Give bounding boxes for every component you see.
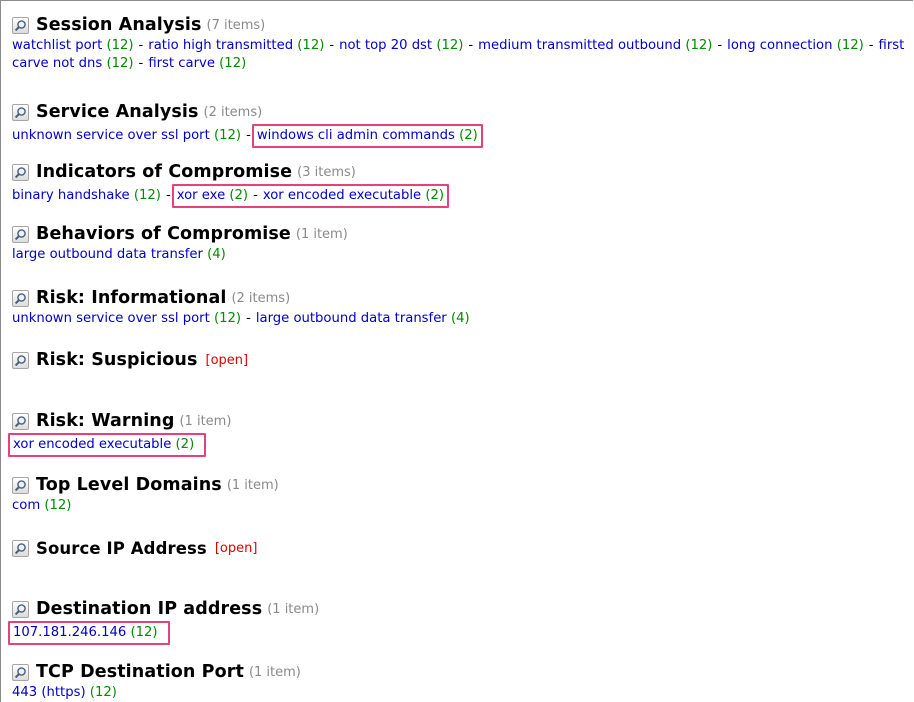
section-title: Risk: Warning: [36, 411, 175, 431]
section-title: Session Analysis: [36, 15, 202, 35]
section-title: Top Level Domains: [36, 475, 222, 495]
section-tcp-destination-port: TCP Destination Port (1 item) 443 (https…: [12, 661, 913, 702]
highlight-box: 107.181.246.146 (12): [8, 621, 170, 645]
item-list: xor encoded executable (2): [8, 433, 913, 457]
separator: -: [165, 188, 171, 203]
separator: -: [717, 38, 723, 53]
item-list: watchlist port (12) - ratio high transmitt…: [12, 37, 912, 73]
item-link[interactable]: large outbound data transfer (4): [256, 311, 470, 326]
separator: -: [138, 38, 144, 53]
search-icon[interactable]: [12, 289, 29, 307]
item-list: com (12): [12, 497, 913, 515]
item-link[interactable]: unknown service over ssl port (12): [12, 311, 241, 326]
separator: -: [138, 56, 144, 71]
item-link[interactable]: medium transmitted outbound (12): [478, 38, 712, 53]
search-icon[interactable]: [12, 476, 29, 494]
item-list: unknown service over ssl port (12) - large…: [12, 310, 913, 328]
section-risk-informational: Risk: Informational (2 items) unknown se…: [12, 287, 913, 328]
section-behaviors-of-compromise: Behaviors of Compromise (1 item) large o…: [12, 223, 913, 264]
item-link[interactable]: xor exe (2): [177, 188, 248, 203]
section-title: Behaviors of Compromise: [36, 224, 291, 244]
item-link[interactable]: com (12): [12, 498, 71, 513]
separator: -: [246, 311, 251, 326]
section-top-level-domains: Top Level Domains (1 item) com (12): [12, 474, 913, 515]
highlight-box: windows cli admin commands (2): [251, 124, 483, 148]
item-list: binary handshake (12) - xor exe (2) - xor en…: [12, 184, 913, 208]
item-link[interactable]: unknown service over ssl port (12): [12, 128, 241, 143]
report-panel: Session Analysis (7 items) watchlist por…: [0, 0, 913, 702]
section-title: Indicators of Compromise: [36, 162, 293, 182]
search-icon[interactable]: [12, 412, 29, 430]
item-count: (1 item): [295, 226, 348, 242]
search-icon[interactable]: [12, 663, 29, 681]
item-count: (1 item): [179, 413, 232, 429]
section-title: Risk: Informational: [36, 288, 227, 308]
section-title: Risk: Suspicious: [36, 350, 198, 370]
item-count: (7 items): [206, 17, 266, 33]
item-count: (2 items): [203, 104, 263, 120]
item-count: (3 items): [297, 164, 356, 180]
item-list: 443 (https) (12): [12, 684, 913, 702]
section-risk-suspicious: Risk: Suspicious [open]: [12, 349, 913, 371]
separator: -: [468, 38, 474, 53]
highlight-box: xor encoded executable (2): [8, 433, 207, 457]
item-link[interactable]: xor encoded executable (2): [13, 437, 194, 452]
search-icon[interactable]: [12, 163, 29, 181]
section-title: Source IP Address: [36, 538, 207, 558]
item-link[interactable]: watchlist port (12): [12, 38, 134, 53]
item-count: (1 item): [248, 664, 301, 680]
item-list: unknown service over ssl port (12) - windo…: [12, 124, 913, 148]
item-list: 107.181.246.146 (12): [8, 621, 913, 645]
section-title: Service Analysis: [36, 102, 199, 122]
search-icon[interactable]: [12, 351, 29, 369]
search-icon[interactable]: [12, 16, 29, 34]
section-risk-warning: Risk: Warning (1 item) xor encoded execu…: [8, 410, 913, 457]
separator: -: [868, 38, 874, 53]
search-icon[interactable]: [12, 225, 29, 243]
section-session-analysis: Session Analysis (7 items) watchlist por…: [12, 14, 913, 73]
item-link[interactable]: large outbound data transfer (4): [12, 247, 226, 262]
item-list: large outbound data transfer (4): [12, 246, 913, 264]
highlight-box: xor exe (2) - xor encoded executable (2): [171, 184, 450, 208]
item-link[interactable]: xor encoded executable (2): [263, 188, 444, 203]
open-link[interactable]: [open]: [215, 541, 258, 556]
separator: -: [253, 188, 258, 203]
section-service-analysis: Service Analysis (2 items) unknown servi…: [12, 101, 913, 148]
item-link[interactable]: ratio high transmitted (12): [148, 38, 324, 53]
item-link[interactable]: 107.181.246.146 (12): [13, 625, 158, 640]
section-indicators-of-compromise: Indicators of Compromise (3 items) binar…: [12, 161, 913, 208]
section-title: Destination IP address: [36, 599, 263, 619]
item-count: (1 item): [226, 477, 279, 493]
search-icon[interactable]: [12, 600, 29, 618]
item-link[interactable]: not top 20 dst (12): [339, 38, 463, 53]
open-link[interactable]: [open]: [206, 353, 249, 368]
search-icon[interactable]: [12, 103, 29, 121]
item-link[interactable]: windows cli admin commands (2): [257, 128, 478, 143]
item-link[interactable]: 443 (https) (12): [12, 685, 117, 700]
item-link[interactable]: first carve (12): [148, 56, 246, 71]
section-destination-ip-address: Destination IP address (1 item) 107.181.…: [8, 598, 913, 645]
item-count: (2 items): [231, 290, 291, 306]
item-link[interactable]: long connection (12): [727, 38, 864, 53]
separator: -: [246, 128, 251, 143]
section-source-ip-address: Source IP Address [open]: [12, 537, 913, 559]
item-link[interactable]: binary handshake (12): [12, 188, 161, 203]
section-title: TCP Destination Port: [36, 662, 244, 682]
separator: -: [329, 38, 335, 53]
item-count: (1 item): [267, 601, 320, 617]
search-icon[interactable]: [12, 539, 29, 557]
